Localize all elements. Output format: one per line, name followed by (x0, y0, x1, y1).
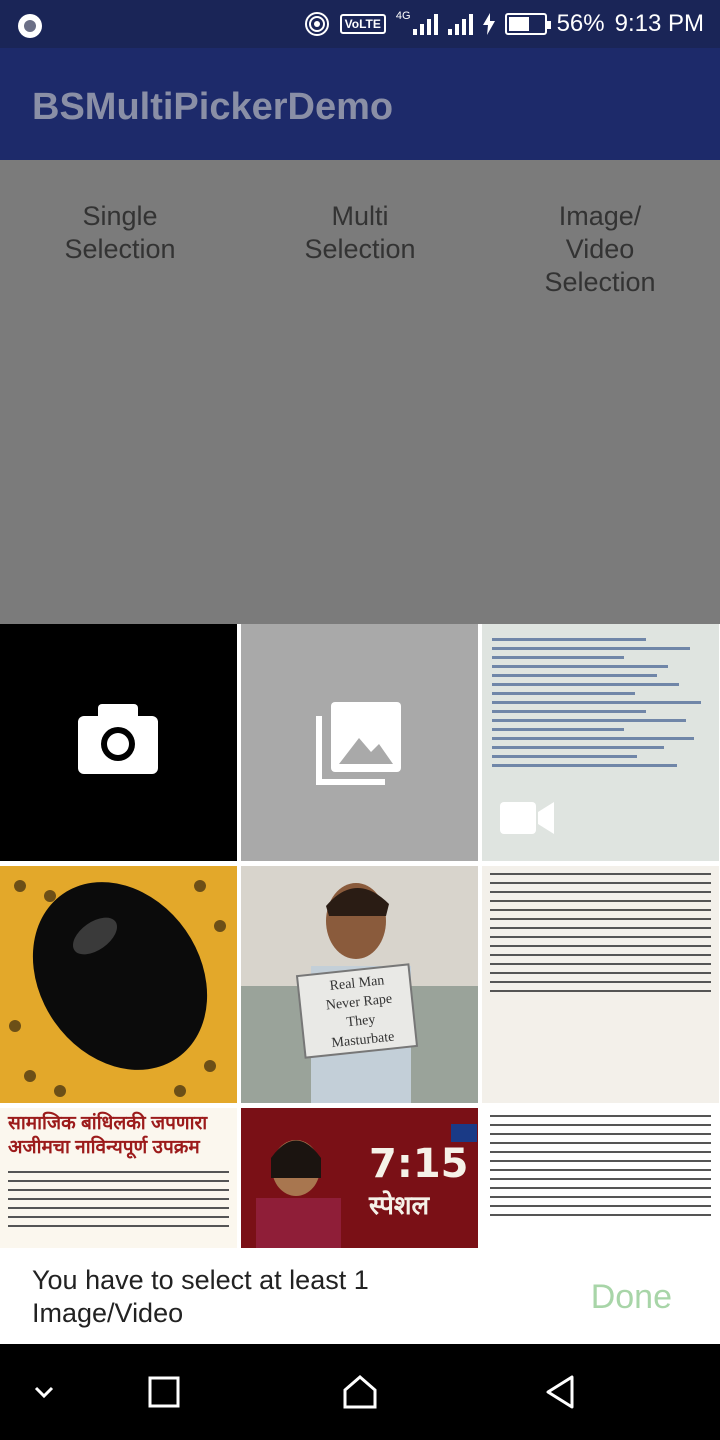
app-bar: BSMultiPickerDemo (0, 48, 720, 160)
single-selection-label-2: Selection (64, 234, 176, 264)
video-icon (500, 802, 554, 834)
signal2-icon (447, 13, 473, 35)
mouse-photo-image (0, 866, 237, 1103)
multi-selection-button[interactable]: Multi Selection (260, 200, 460, 266)
picker-bottom-bar: You have to select at least 1 Image/Vide… (0, 1248, 720, 1344)
single-selection-label-1: Single (82, 201, 158, 231)
back-icon[interactable] (540, 1372, 580, 1412)
newspaper-headline: सामाजिक बांधिलकी जपणारा अजीमचा नाविन्यपू… (0, 1108, 237, 1164)
code-screenshot-image (492, 632, 712, 773)
protest-photo-thumbnail[interactable]: Real Man Never Rape They Masturbate (241, 866, 478, 1103)
gallery-icon (316, 702, 401, 785)
single-selection-button[interactable]: Single Selection (20, 200, 220, 266)
message-line-2: Image/Video (32, 1298, 184, 1328)
newspaper-body-image (0, 1171, 237, 1227)
newspaper-thumbnail-3[interactable] (482, 1108, 719, 1248)
newspaper-headline-2: अजीमचा नाविन्यपूर्ण उपक्रम (8, 1137, 200, 1158)
multi-selection-label-1: Multi (331, 201, 389, 231)
newspaper-text-image-3 (482, 1115, 719, 1216)
battery-icon (504, 13, 551, 35)
newspaper-text-image (482, 873, 719, 992)
volte-badge: VoLTE (339, 14, 386, 34)
image-video-selection-label-1: Image/ (558, 201, 642, 231)
navigation-bar (0, 1344, 720, 1440)
protest-sign-text: Real Man Never Rape They Masturbate (301, 968, 418, 1055)
clock: 9:13 PM (614, 10, 704, 37)
camera-tile[interactable] (0, 624, 237, 861)
hotspot-icon (304, 12, 329, 36)
newspaper-thumbnail-1[interactable] (482, 866, 719, 1103)
done-button[interactable]: Done (591, 1278, 672, 1317)
image-video-selection-label-3: Selection (544, 267, 656, 297)
newspaper-headline-1: सामाजिक बांधिलकी जपणारा (8, 1113, 208, 1134)
camera-icon (78, 704, 158, 774)
status-bar: VoLTE 4G 56% 9:13 PM (0, 0, 720, 48)
selection-requirement-message: You have to select at least 1 Image/Vide… (32, 1264, 452, 1330)
tv-special-text: स्पेशल (369, 1190, 430, 1220)
image-video-selection-label-2: Video (565, 234, 635, 264)
gallery-tile[interactable] (241, 624, 478, 861)
image-video-selection-button[interactable]: Image/ Video Selection (500, 200, 700, 299)
tv-time-text: 7:15 (369, 1141, 469, 1187)
signal-icon (412, 13, 438, 35)
message-line-1: You have to select at least 1 (32, 1265, 369, 1295)
multi-selection-label-2: Selection (304, 234, 416, 264)
recent-apps-icon[interactable] (144, 1372, 184, 1412)
newspaper-thumbnail-2[interactable]: सामाजिक बांधिलकी जपणारा अजीमचा नाविन्यपू… (0, 1108, 237, 1248)
status-icons: VoLTE 4G 56% 9:13 PM (304, 0, 704, 48)
mouse-photo-thumbnail[interactable] (0, 866, 237, 1103)
video-thumbnail[interactable] (482, 624, 719, 861)
main-content: Single Selection Multi Selection Image/ … (0, 160, 720, 624)
app-title: BSMultiPickerDemo (32, 86, 394, 128)
tv-news-thumbnail[interactable]: 7:15 स्पेशल (241, 1108, 478, 1248)
notification-dot-icon (18, 14, 42, 38)
battery-percent: 56% (556, 10, 605, 37)
charging-icon (482, 13, 495, 35)
chevron-down-icon[interactable] (24, 1372, 64, 1412)
media-grid: Real Man Never Rape They Masturbate सामा… (0, 624, 720, 1248)
network-gen-label: 4G (395, 10, 411, 22)
home-icon[interactable] (340, 1372, 380, 1412)
